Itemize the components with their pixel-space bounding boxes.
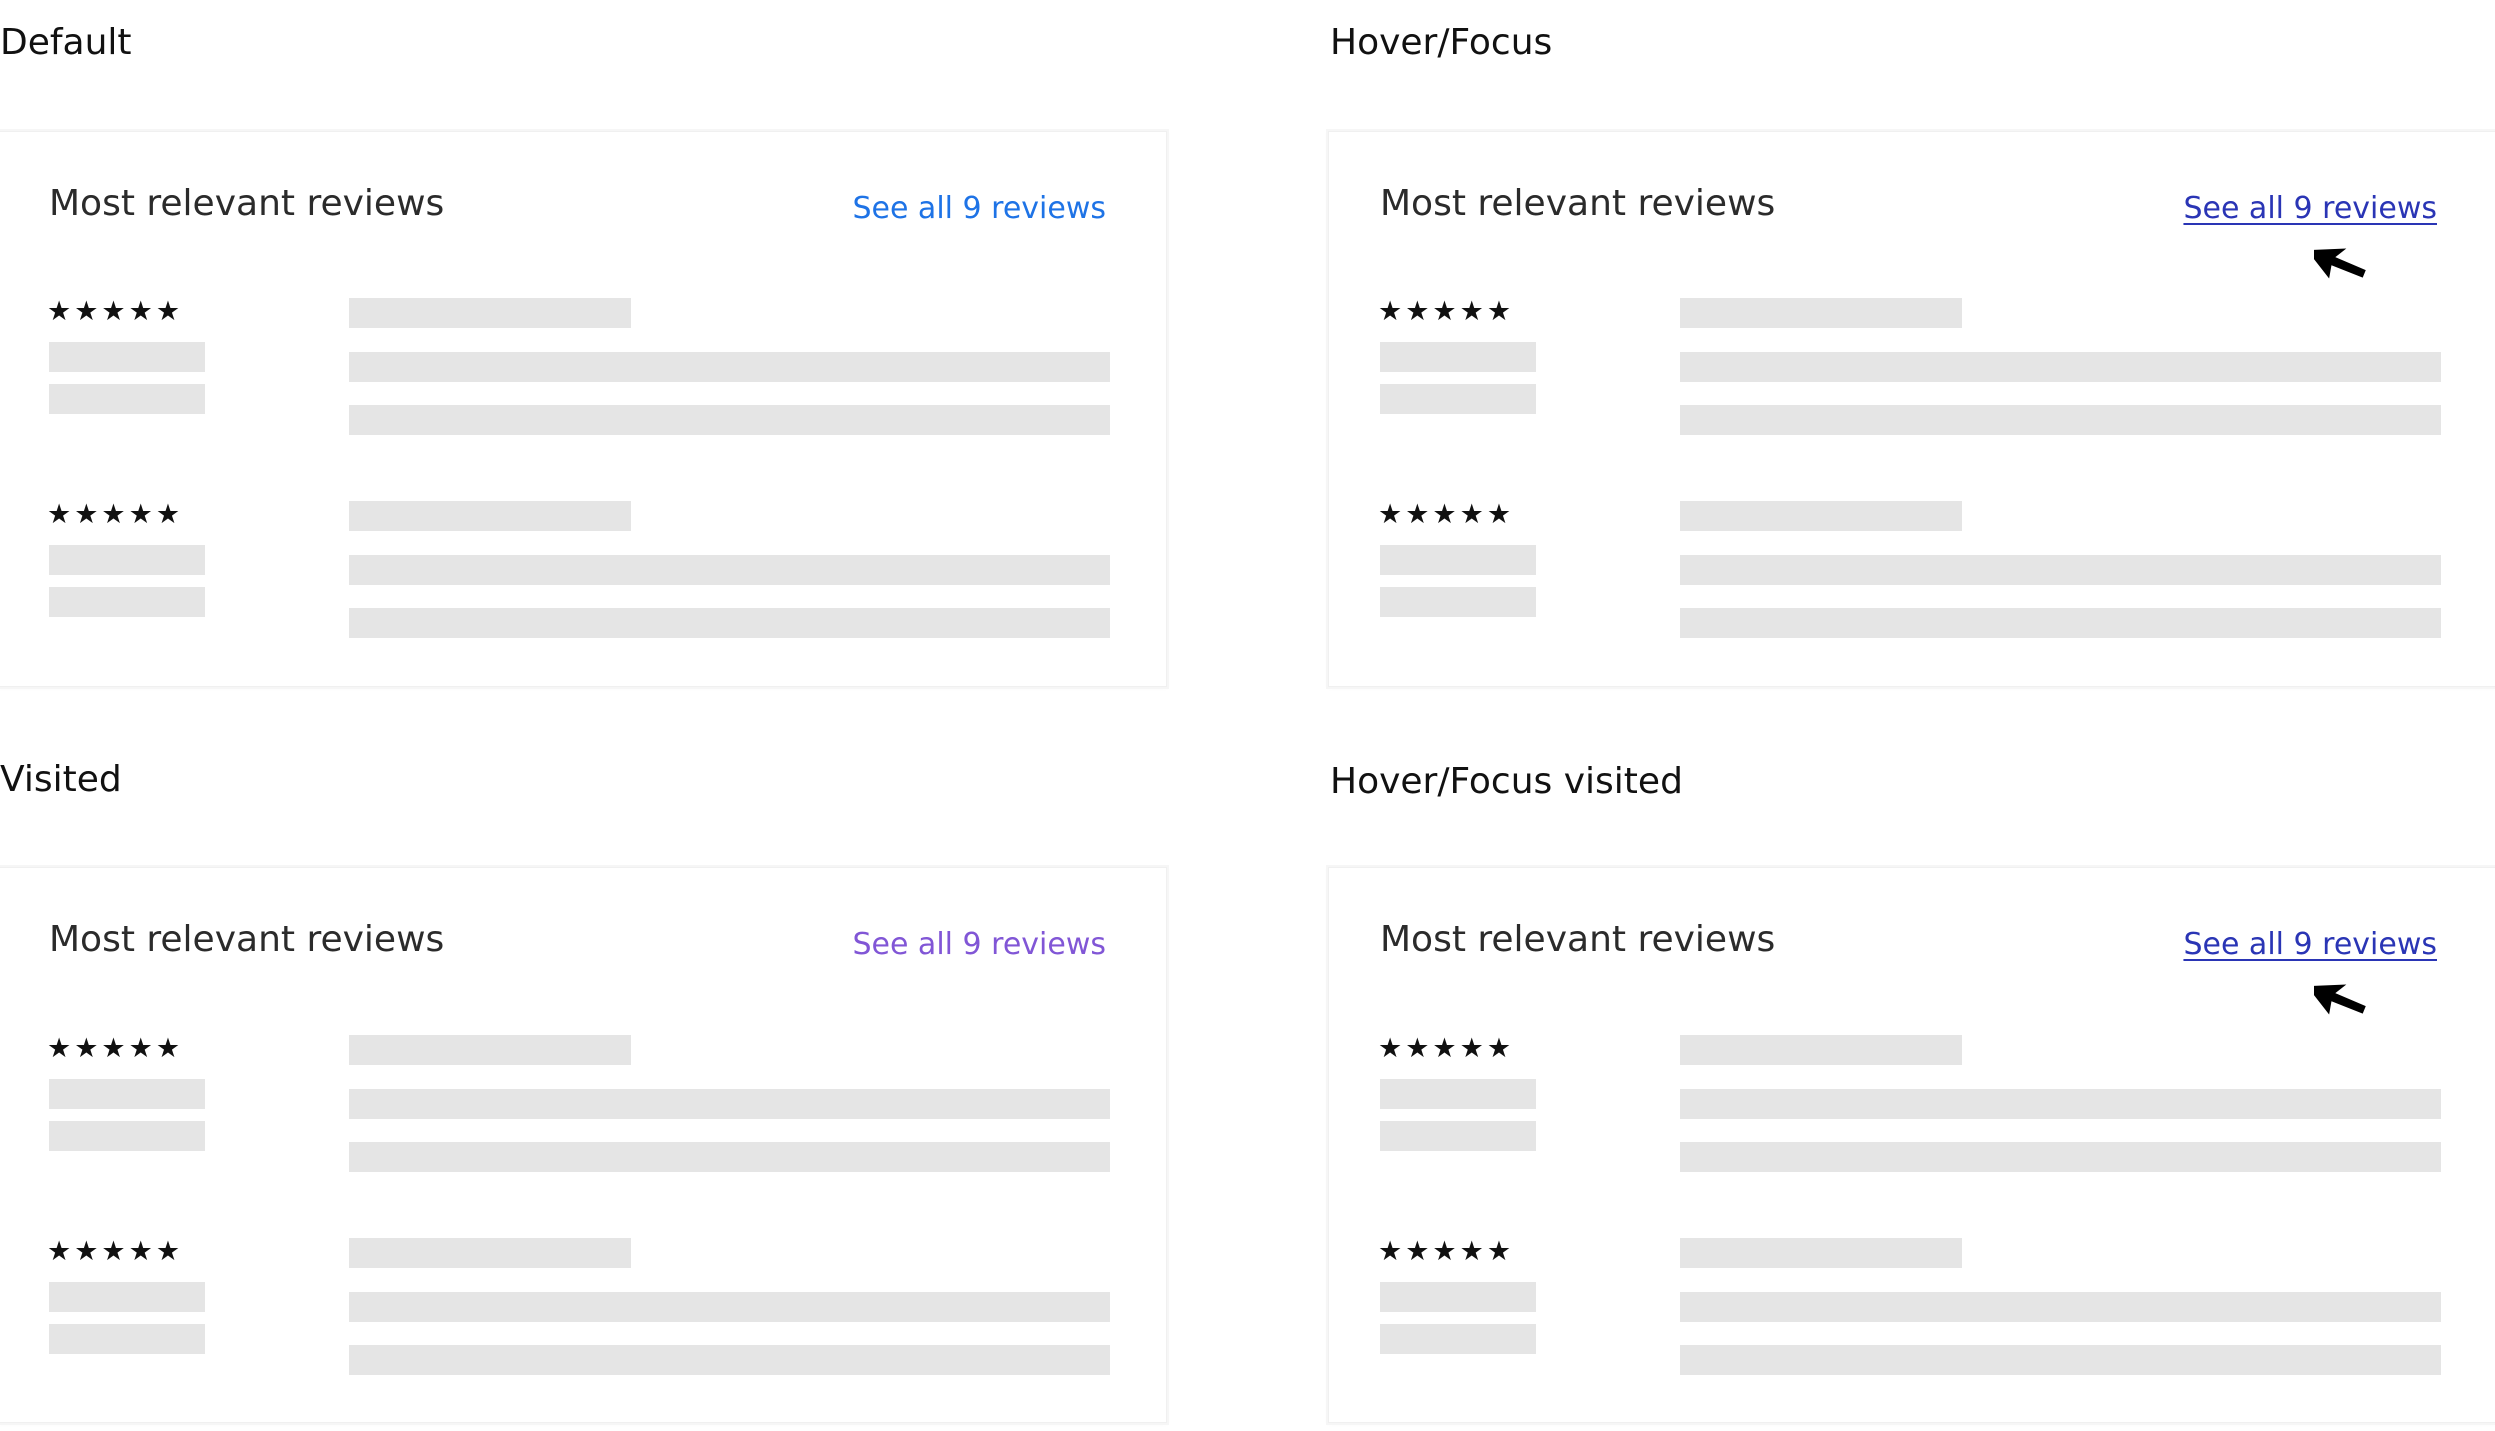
skeleton-date [1380, 587, 1536, 617]
review-placeholder: ★★★★★ [1329, 501, 2495, 661]
card-title: Most relevant reviews [49, 919, 445, 960]
skeleton-author [49, 1079, 205, 1109]
card-title: Most relevant reviews [1380, 183, 1776, 224]
skeleton-author [49, 1282, 205, 1312]
skeleton-review-line [1680, 555, 2441, 585]
star-rating-icon: ★★★★★ [47, 1236, 184, 1267]
skeleton-date [49, 1121, 205, 1151]
skeleton-author [1380, 1282, 1536, 1312]
skeleton-date [1380, 1121, 1536, 1151]
see-all-reviews-link[interactable]: See all 9 reviews [2183, 930, 2437, 960]
skeleton-review-title [349, 1035, 631, 1065]
skeleton-date [1380, 384, 1536, 414]
state-label-hover-focus-visited: Hover/Focus visited [1330, 761, 1683, 802]
skeleton-review-title [1680, 501, 1962, 531]
skeleton-review-line [349, 608, 1110, 638]
skeleton-review-title [1680, 1238, 1962, 1268]
star-rating-icon: ★★★★★ [47, 1033, 184, 1064]
skeleton-review-line [1680, 352, 2441, 382]
skeleton-review-title [349, 1238, 631, 1268]
review-placeholder: ★★★★★ [0, 501, 1166, 661]
skeleton-review-title [349, 501, 631, 531]
state-label-default: Default [0, 22, 132, 63]
skeleton-review-line [1680, 1089, 2441, 1119]
see-all-reviews-link[interactable]: See all 9 reviews [852, 930, 1106, 960]
skeleton-review-line [1680, 1345, 2441, 1375]
star-rating-icon: ★★★★★ [47, 499, 184, 530]
reviews-card-default: Most relevant reviews See all 9 reviews … [0, 131, 1167, 687]
card-title: Most relevant reviews [1380, 919, 1776, 960]
skeleton-date [1380, 1324, 1536, 1354]
skeleton-review-line [1680, 608, 2441, 638]
reviews-card-visited: Most relevant reviews See all 9 reviews … [0, 867, 1167, 1423]
review-placeholder: ★★★★★ [0, 1238, 1166, 1398]
skeleton-review-title [1680, 298, 1962, 328]
card-title: Most relevant reviews [49, 183, 445, 224]
star-rating-icon: ★★★★★ [1378, 296, 1515, 327]
review-placeholder: ★★★★★ [0, 298, 1166, 458]
review-placeholder: ★★★★★ [0, 1035, 1166, 1195]
skeleton-review-line [1680, 405, 2441, 435]
skeleton-review-line [349, 405, 1110, 435]
skeleton-author [1380, 545, 1536, 575]
state-label-hover-focus: Hover/Focus [1330, 22, 1553, 63]
skeleton-review-title [1680, 1035, 1962, 1065]
review-placeholder: ★★★★★ [1329, 298, 2495, 458]
skeleton-author [49, 545, 205, 575]
review-placeholder: ★★★★★ [1329, 1238, 2495, 1398]
star-rating-icon: ★★★★★ [47, 296, 184, 327]
see-all-reviews-link[interactable]: See all 9 reviews [2183, 194, 2437, 224]
skeleton-review-line [349, 352, 1110, 382]
reviews-card-hover-focus-visited: Most relevant reviews See all 9 reviews … [1328, 867, 2495, 1423]
skeleton-review-line [1680, 1142, 2441, 1172]
review-placeholder: ★★★★★ [1329, 1035, 2495, 1195]
star-rating-icon: ★★★★★ [1378, 1236, 1515, 1267]
skeleton-review-line [349, 1142, 1110, 1172]
skeleton-date [49, 384, 205, 414]
skeleton-author [49, 342, 205, 372]
skeleton-review-line [349, 1089, 1110, 1119]
skeleton-author [1380, 1079, 1536, 1109]
reviews-card-hover-focus: Most relevant reviews See all 9 reviews … [1328, 131, 2495, 687]
star-rating-icon: ★★★★★ [1378, 1033, 1515, 1064]
see-all-reviews-link[interactable]: See all 9 reviews [852, 194, 1106, 224]
skeleton-review-line [349, 555, 1110, 585]
star-rating-icon: ★★★★★ [1378, 499, 1515, 530]
skeleton-review-line [349, 1345, 1110, 1375]
state-label-visited: Visited [0, 759, 122, 800]
skeleton-author [1380, 342, 1536, 372]
skeleton-review-title [349, 298, 631, 328]
skeleton-date [49, 1324, 205, 1354]
skeleton-review-line [1680, 1292, 2441, 1322]
skeleton-review-line [349, 1292, 1110, 1322]
skeleton-date [49, 587, 205, 617]
